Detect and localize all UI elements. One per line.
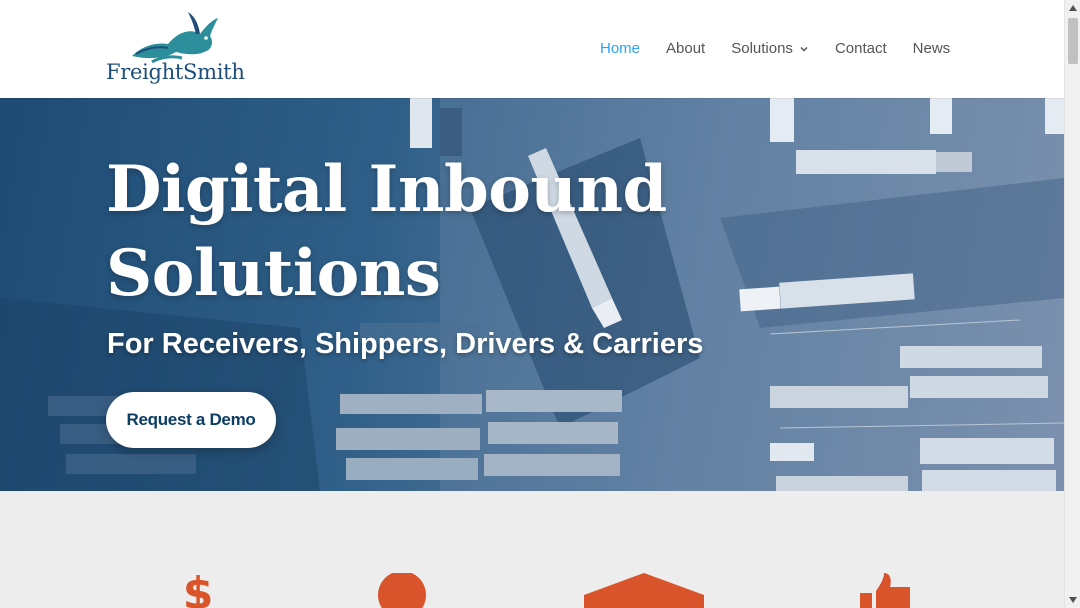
hero-title: Digital Inbound Solutions [106, 148, 726, 316]
nav-news[interactable]: News [913, 40, 951, 57]
logo[interactable]: FreightSmith [104, 12, 254, 88]
nav-contact-label: Contact [834, 40, 887, 57]
nav-about-label: About [666, 40, 706, 57]
hero-subtitle: For Receivers, Shippers, Drivers & Carri… [107, 328, 704, 360]
features-section: $ [0, 491, 1064, 608]
scrollbar-thumb[interactable] [1068, 18, 1078, 64]
site-header: FreightSmith Home About Solutions Contac… [0, 0, 1064, 98]
page: FreightSmith Home About Solutions Contac… [0, 0, 1064, 608]
svg-text:$: $ [183, 573, 214, 608]
nav-home[interactable]: Home [600, 40, 640, 57]
dollar-icon: $ [183, 573, 214, 608]
logo-text: FreightSmith [106, 60, 245, 84]
thumbs-up-icon [860, 573, 910, 608]
chevron-down-icon [800, 46, 808, 52]
hero-section: Digital Inbound Solutions For Receivers,… [0, 98, 1064, 491]
scroll-up-arrow-icon[interactable] [1065, 0, 1080, 16]
request-demo-button[interactable]: Request a Demo [106, 392, 276, 448]
vertical-scrollbar[interactable] [1064, 0, 1080, 608]
nav-contact[interactable]: Contact [835, 40, 887, 57]
main-nav: Home About Solutions Contact News [600, 40, 950, 57]
nav-about[interactable]: About [666, 40, 705, 57]
nav-home-label: Home [600, 40, 641, 57]
house-icon [584, 573, 704, 608]
rabbit-logo-icon [132, 12, 218, 64]
hero-title-line1: Digital Inbound [106, 152, 667, 227]
hero-title-line2: Solutions [106, 236, 441, 311]
scroll-down-arrow-icon[interactable] [1065, 592, 1080, 608]
person-icon [378, 573, 426, 608]
nav-news-label: News [912, 40, 951, 57]
nav-solutions-label: Solutions [731, 40, 793, 57]
nav-solutions[interactable]: Solutions [731, 40, 809, 57]
